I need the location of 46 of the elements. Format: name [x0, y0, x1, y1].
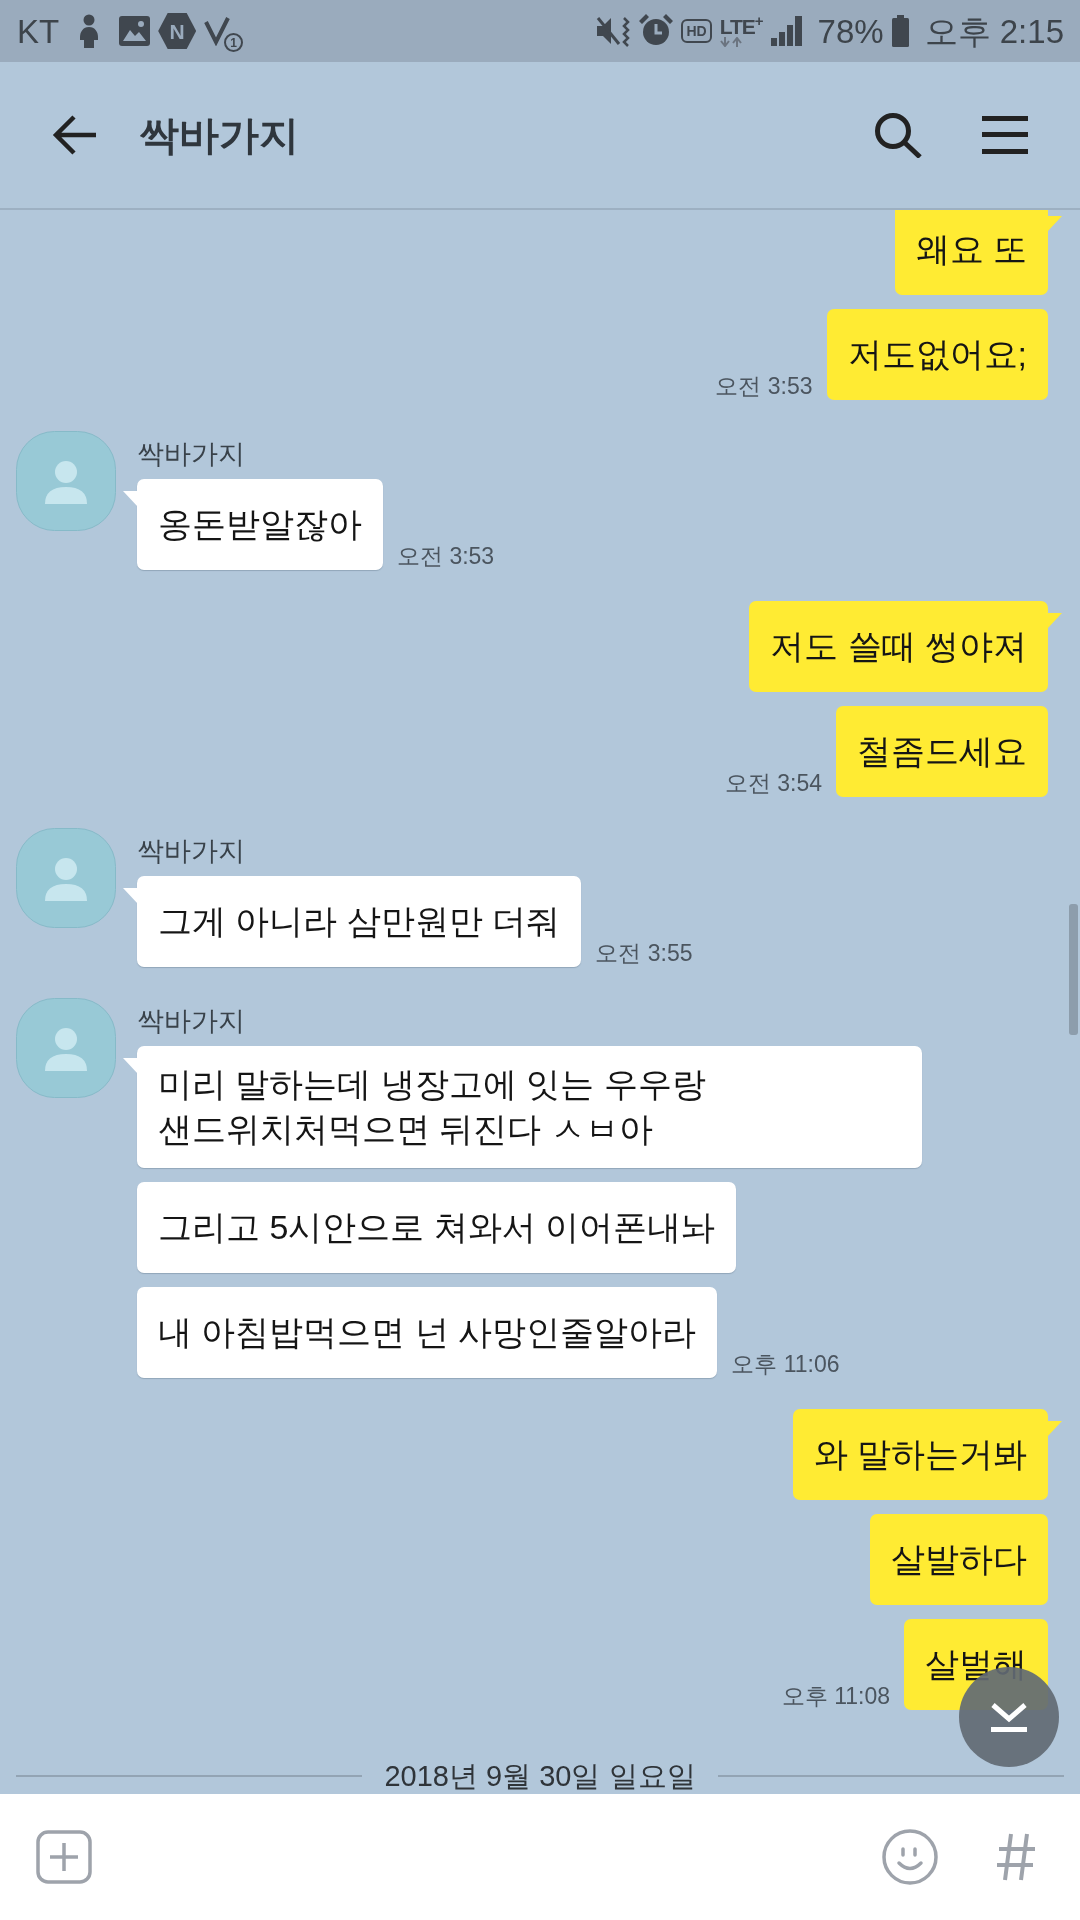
- hd-voice-badge: HD: [681, 19, 712, 43]
- carrier-label: KT: [17, 14, 60, 48]
- search-icon[interactable]: [874, 112, 922, 158]
- clock-time: 오후 2:15: [924, 14, 1064, 48]
- message-bubble: 내 아침밥먹으면 넌 사망인줄알아라: [137, 1287, 718, 1378]
- plus-square-icon[interactable]: [36, 1830, 92, 1884]
- message-time: 오전 3:53: [397, 542, 495, 570]
- sender-name: 싹바가지: [137, 438, 245, 471]
- message-time: 오전 3:54: [724, 769, 822, 797]
- speech-tail-icon: [1047, 1421, 1062, 1437]
- sender-name: 싹바가지: [137, 1005, 245, 1038]
- hashtag-icon[interactable]: [996, 1833, 1036, 1881]
- back-arrow-icon[interactable]: [52, 114, 96, 156]
- message-bubble: 그리고 5시안으로 쳐와서 이어폰내놔: [137, 1182, 737, 1273]
- speech-tail-icon: [123, 491, 138, 507]
- profile-avatar-icon[interactable]: [16, 998, 116, 1098]
- image-icon: [119, 16, 151, 46]
- message-time: 오전 3:55: [595, 939, 693, 967]
- network-type-label: LTE$^{+}$: [719, 15, 763, 37]
- count-badge: 1: [224, 33, 244, 52]
- message-time: 오전 3:53: [715, 372, 813, 400]
- speech-tail-icon: [1047, 216, 1062, 232]
- menu-icon[interactable]: [982, 116, 1028, 154]
- speech-tail-icon: [1047, 613, 1062, 629]
- profile-avatar-icon[interactable]: [16, 431, 116, 531]
- battery-icon: [891, 15, 909, 47]
- speech-tail-icon: [123, 888, 138, 904]
- mute-icon: [595, 15, 632, 47]
- hexagon-badge: N: [158, 13, 197, 49]
- message-bubble: 철좀드세요: [836, 706, 1048, 797]
- message-time: 오후 11:06: [731, 1350, 840, 1378]
- speech-tail-icon: [123, 1058, 138, 1074]
- message-bubble: 저도없어요;: [826, 309, 1048, 400]
- battery-percent: 78%: [817, 14, 884, 48]
- alarm-clock-icon: [639, 14, 674, 48]
- sender-name: 싹바가지: [137, 835, 245, 868]
- profile-avatar-icon[interactable]: [16, 828, 116, 928]
- data-arrows-icon: [719, 36, 742, 47]
- chevron-down-bar-icon: [991, 1702, 1027, 1732]
- date-label: 2018년 9월 30일 일요일: [383, 1760, 697, 1792]
- v-mark-icon: [204, 16, 231, 46]
- signal-icon: [770, 16, 802, 46]
- smiley-icon[interactable]: [882, 1829, 938, 1885]
- message-bubble: 살발하다: [870, 1514, 1048, 1605]
- chat-title: 싹바가지: [139, 112, 299, 159]
- message-time: 오후 11:08: [781, 1682, 890, 1710]
